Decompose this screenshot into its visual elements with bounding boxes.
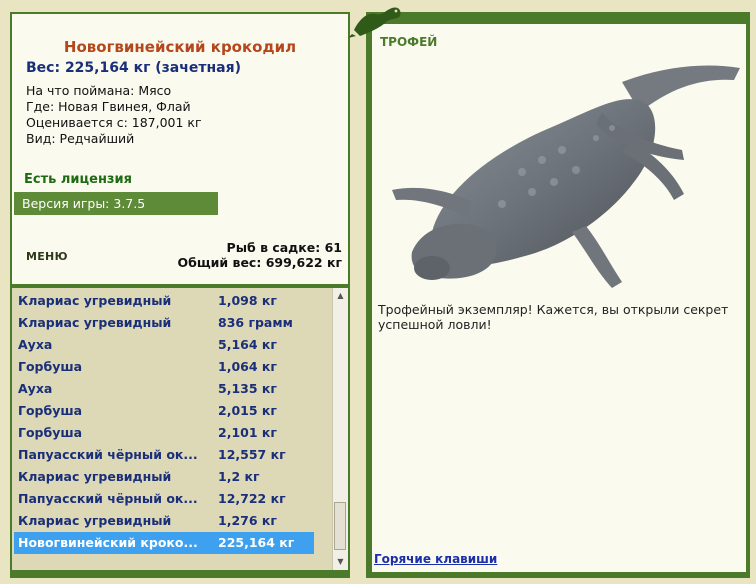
catch-row-name: Папуасский чёрный ок... bbox=[18, 447, 198, 462]
catch-row-name: Ауха bbox=[18, 381, 53, 396]
fish-valued-from: Оценивается с: 187,001 кг bbox=[26, 115, 202, 130]
fish-weight: Вес: 225,164 кг (зачетная) bbox=[26, 60, 241, 76]
catch-row-name: Ауха bbox=[18, 337, 53, 352]
crocodile-icon bbox=[392, 65, 740, 288]
catch-row-weight: 225,164 кг bbox=[218, 535, 295, 550]
trophy-panel: ТРОФЕЙ Трофейный экземпляр! Кажется, вы … bbox=[372, 24, 746, 572]
catch-row[interactable]: Клариас угревидный 1,098 кг bbox=[14, 290, 314, 312]
catch-row[interactable]: Клариас угревидный 1,2 кг bbox=[14, 466, 314, 488]
catch-list: Клариас угревидный 1,098 кг Клариас угреви… bbox=[12, 288, 348, 570]
keepnet-stats: Рыб в садке: 61 Общий вес: 699,622 кг bbox=[178, 240, 343, 270]
catch-row-weight: 1,2 кг bbox=[218, 469, 260, 484]
catch-row-weight: 1,276 кг bbox=[218, 513, 277, 528]
catch-row-name: Горбуша bbox=[18, 403, 83, 418]
fish-location: Где: Новая Гвинея, Флай bbox=[26, 99, 191, 114]
total-weight: Общий вес: 699,622 кг bbox=[177, 255, 343, 270]
catch-row-weight: 5,135 кг bbox=[218, 381, 277, 396]
list-scrollbar[interactable]: ▲ ▼ bbox=[332, 288, 348, 570]
catch-row[interactable]: Клариас угревидный 1,276 кг bbox=[14, 510, 314, 532]
scroll-thumb[interactable] bbox=[334, 502, 346, 550]
fish-count: Рыб в садке: 61 bbox=[226, 240, 342, 255]
fish-bait: На что поймана: Мясо bbox=[26, 83, 172, 98]
catch-row-weight: 12,557 кг bbox=[218, 447, 286, 462]
fish-info-panel: Новогвинейский крокодил Вес: 225,164 кг … bbox=[12, 14, 348, 284]
catch-row[interactable]: Ауха 5,135 кг bbox=[14, 378, 314, 400]
version-bar: Версия игры: 3.7.5 bbox=[14, 192, 218, 215]
catch-row[interactable]: Ауха 5,164 кг bbox=[14, 334, 314, 356]
lizard-icon bbox=[348, 7, 401, 38]
menu-button[interactable]: МЕНЮ bbox=[26, 250, 68, 263]
catch-row-name: Клариас угревидный bbox=[18, 315, 172, 330]
license-status: Есть лицензия bbox=[24, 172, 132, 187]
catch-row[interactable]: Новогвинейский кроко... 225,164 кг bbox=[14, 532, 314, 554]
catch-row-name: Клариас угревидный bbox=[18, 293, 172, 308]
fish-rarity: Вид: Редчайший bbox=[26, 131, 135, 146]
scroll-down-arrow-icon[interactable]: ▼ bbox=[333, 554, 348, 570]
catch-row-name: Новогвинейский кроко... bbox=[18, 535, 198, 550]
catch-row-name: Горбуша bbox=[18, 359, 83, 374]
catch-row[interactable]: Горбуша 1,064 кг bbox=[14, 356, 314, 378]
catch-row-name: Клариас угревидный bbox=[18, 513, 172, 528]
scroll-up-arrow-icon[interactable]: ▲ bbox=[333, 288, 348, 304]
catch-row-weight: 2,101 кг bbox=[218, 425, 277, 440]
hotkeys-link[interactable]: Горячие клавиши bbox=[374, 552, 497, 566]
catch-row-weight: 12,722 кг bbox=[218, 491, 286, 506]
catch-row-weight: 5,164 кг bbox=[218, 337, 277, 352]
fish-name: Новогвинейский крокодил bbox=[63, 38, 297, 56]
catch-row-weight: 1,098 кг bbox=[218, 293, 277, 308]
catch-row[interactable]: Папуасский чёрный ок... 12,557 кг bbox=[14, 444, 314, 466]
catch-row-weight: 2,015 кг bbox=[218, 403, 277, 418]
catch-row[interactable]: Горбуша 2,101 кг bbox=[14, 422, 314, 444]
catch-row[interactable]: Клариас угревидный 836 грамм bbox=[14, 312, 314, 334]
catch-row[interactable]: Папуасский чёрный ок... 12,722 кг bbox=[14, 488, 314, 510]
catch-row-weight: 836 грамм bbox=[218, 315, 293, 330]
trophy-description: Трофейный экземпляр! Кажется, вы открыли… bbox=[378, 302, 729, 332]
catch-row-name: Папуасский чёрный ок... bbox=[18, 491, 198, 506]
catch-row[interactable]: Горбуша 2,015 кг bbox=[14, 400, 314, 422]
catch-row-name: Горбуша bbox=[18, 425, 83, 440]
catch-row-name: Клариас угревидный bbox=[18, 469, 172, 484]
catch-row-weight: 1,064 кг bbox=[218, 359, 277, 374]
